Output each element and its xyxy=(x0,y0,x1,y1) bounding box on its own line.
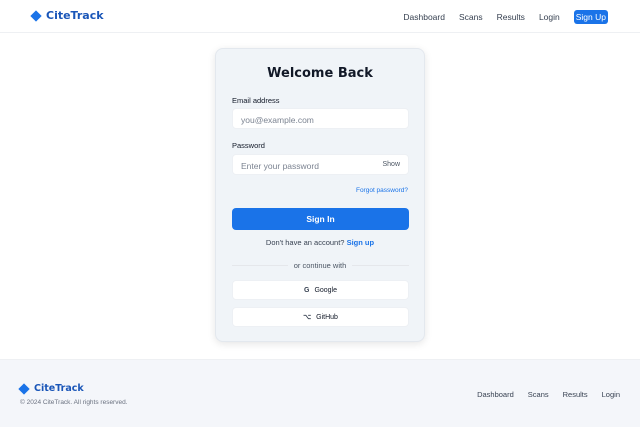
footer-link-login[interactable]: Login xyxy=(602,390,620,399)
login-card: Welcome Back Email address you@example.c… xyxy=(215,48,425,342)
email-placeholder: you@example.com xyxy=(241,115,314,125)
password-field[interactable]: Enter your password Show xyxy=(232,154,409,175)
footer-brand-logo[interactable]: CiteTrack xyxy=(18,382,84,395)
email-label: Email address xyxy=(232,96,280,105)
diamond-logo-icon xyxy=(30,9,42,22)
footer-nav: Dashboard Scans Results Login xyxy=(477,390,620,399)
no-account-text: Don't have an account? xyxy=(265,238,345,247)
login-title: Welcome Back xyxy=(267,66,373,81)
footer-brand-name: CiteTrack xyxy=(34,383,84,394)
password-label: Password xyxy=(232,141,265,150)
main-nav: Dashboard Scans Results Login Sign Up xyxy=(403,10,608,24)
signup-link[interactable]: Sign up xyxy=(347,238,375,247)
brand-name: CiteTrack xyxy=(46,9,104,22)
copyright-text: © 2024 CiteTrack. All rights reserved. xyxy=(20,399,128,406)
footer-link-scans[interactable]: Scans xyxy=(528,390,549,399)
nav-link-dashboard[interactable]: Dashboard xyxy=(403,12,445,22)
signup-button[interactable]: Sign Up xyxy=(573,10,608,24)
brand-logo[interactable]: CiteTrack xyxy=(30,9,104,22)
divider-label: or continue with xyxy=(216,261,424,270)
site-header: CiteTrack Dashboard Scans Results Login … xyxy=(0,0,640,33)
google-label: Google xyxy=(314,286,338,294)
google-login-button[interactable]: G Google xyxy=(232,280,409,300)
github-label: GitHub xyxy=(316,313,338,321)
forgot-password-link[interactable]: Forgot password? xyxy=(356,187,408,194)
nav-link-results[interactable]: Results xyxy=(497,12,525,22)
password-placeholder: Enter your password xyxy=(241,161,319,171)
site-footer: CiteTrack © 2024 CiteTrack. All rights r… xyxy=(0,359,640,427)
divider-text: or continue with xyxy=(287,261,353,270)
nav-link-login[interactable]: Login xyxy=(539,12,560,22)
github-icon: ⌥ xyxy=(303,314,312,321)
footer-link-results[interactable]: Results xyxy=(563,390,588,399)
email-field[interactable]: you@example.com xyxy=(232,108,409,129)
no-account-line: Don't have an account? Sign up xyxy=(216,238,424,247)
footer-link-dashboard[interactable]: Dashboard xyxy=(477,390,514,399)
google-icon: G xyxy=(303,286,310,294)
diamond-logo-icon xyxy=(18,382,30,395)
github-login-button[interactable]: ⌥ GitHub xyxy=(232,307,409,327)
sign-in-button[interactable]: Sign In xyxy=(232,208,409,230)
nav-link-scans[interactable]: Scans xyxy=(459,12,483,22)
show-password-toggle[interactable]: Show xyxy=(382,161,400,168)
